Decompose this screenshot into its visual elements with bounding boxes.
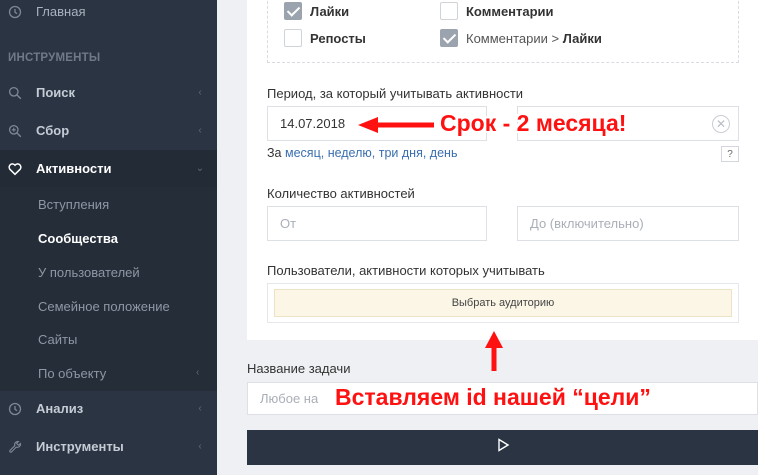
chevron-left-icon: ‹	[196, 367, 200, 378]
chevron-left-icon: ‹	[198, 403, 202, 414]
activity-settings-card: Лайки Комментарии Репосты Комментарии > …	[247, 0, 758, 340]
period-quick-links: За месяц, неделю, три дня, день	[267, 146, 457, 160]
sidebar-item-home[interactable]: Главная	[0, 0, 217, 30]
play-icon	[496, 438, 510, 457]
checkbox-likes[interactable]	[284, 2, 302, 20]
checkbox-comment-likes-label: Комментарии > Лайки	[466, 31, 602, 46]
select-audience-button[interactable]: Выбрать аудиторию	[274, 289, 732, 317]
sidebar-item-analysis[interactable]: Анализ ‹	[0, 390, 217, 427]
run-button[interactable]	[247, 430, 758, 465]
link-month[interactable]: месяц,	[285, 146, 324, 160]
comment-likes-prefix: Комментарии >	[466, 31, 560, 46]
link-week[interactable]: неделю,	[328, 146, 376, 160]
checkbox-reposts-label: Репосты	[310, 31, 366, 46]
count-from-input[interactable]: От	[267, 206, 487, 241]
activity-types-box: Лайки Комментарии Репосты Комментарии > …	[267, 0, 739, 63]
checkbox-comments[interactable]	[440, 2, 458, 20]
sidebar-item-label: Анализ	[36, 401, 84, 416]
annotation-audience: Вставляем id нашей “цели”	[335, 384, 651, 410]
sidebar-item-label: Главная	[36, 4, 86, 19]
comment-likes-bold: Лайки	[562, 31, 602, 46]
count-to-input[interactable]: До (включительно)	[517, 206, 739, 241]
history-icon	[8, 5, 22, 19]
checkbox-comments-label: Комментарии	[466, 4, 554, 19]
checkbox-reposts[interactable]	[284, 29, 302, 47]
sidebar-submenu: Вступления Сообщества У пользователей Се…	[0, 187, 217, 391]
submenu-item-by-object[interactable]: По объекту	[38, 366, 106, 381]
sidebar-item-label: Инструменты	[36, 439, 124, 454]
sidebar-section-title: ИНСТРУМЕНТЫ	[8, 52, 101, 64]
users-label: Пользователи, активности которых учитыва…	[267, 263, 545, 278]
sidebar-item-activity[interactable]: Активности ⌄	[0, 150, 217, 187]
submenu-item-user-activity[interactable]: У пользователей	[38, 265, 140, 280]
red-arrow-up	[485, 331, 503, 371]
links-prefix: За	[267, 146, 282, 160]
annotation-period: Срок - 2 месяца!	[440, 110, 627, 136]
heart-icon	[8, 162, 22, 176]
red-arrow-left	[358, 117, 434, 133]
count-label: Количество активностей	[267, 186, 415, 201]
clear-icon[interactable]: ✕	[712, 115, 730, 133]
zoom-plus-icon	[8, 124, 22, 138]
submenu-item-sites[interactable]: Сайты	[38, 332, 77, 347]
submenu-item-joins[interactable]: Вступления	[38, 197, 109, 212]
sidebar-item-label: Поиск	[36, 85, 76, 100]
search-icon	[8, 86, 22, 100]
submenu-item-relationship[interactable]: Семейное положение	[38, 299, 170, 314]
sidebar-item-tools[interactable]: Инструменты ‹	[0, 428, 217, 465]
sidebar-item-label: Активности	[36, 161, 112, 176]
chevron-left-icon: ‹	[198, 441, 202, 452]
period-label: Период, за который учитывать активности	[267, 86, 524, 101]
checkbox-likes-label: Лайки	[310, 4, 350, 19]
task-placeholder-start: Любое на	[260, 391, 319, 406]
history-icon	[8, 402, 22, 416]
sidebar-item-label: Сбор	[36, 123, 70, 138]
wrench-icon	[8, 440, 22, 454]
chevron-left-icon: ‹	[198, 87, 202, 98]
help-badge[interactable]: ?	[721, 146, 739, 162]
sidebar-item-search[interactable]: Поиск ‹	[0, 74, 217, 111]
submenu-item-communities[interactable]: Сообщества	[38, 231, 118, 246]
checkbox-comment-likes[interactable]	[440, 29, 458, 47]
audience-box: Выбрать аудиторию	[267, 283, 739, 323]
sidebar: Главная ИНСТРУМЕНТЫ Поиск ‹ Сбор ‹ Актив…	[0, 0, 217, 475]
link-three-days[interactable]: три дня,	[379, 146, 427, 160]
sidebar-item-collect[interactable]: Сбор ‹	[0, 112, 217, 149]
chevron-down-icon: ⌄	[195, 163, 205, 174]
link-day[interactable]: день	[430, 146, 458, 160]
chevron-left-icon: ‹	[198, 125, 202, 136]
task-name-label: Название задачи	[247, 361, 351, 376]
